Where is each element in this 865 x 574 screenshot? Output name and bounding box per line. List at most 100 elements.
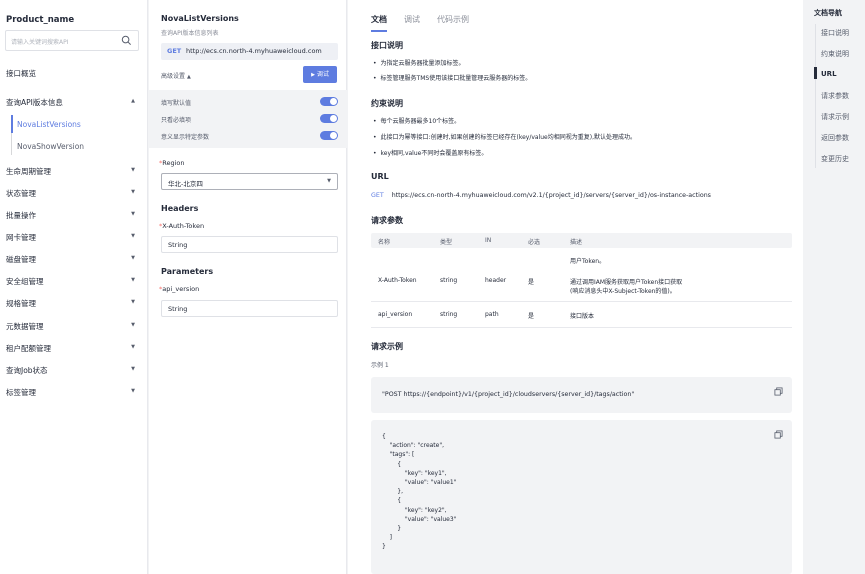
- chevron-down-icon[interactable]: ▼: [131, 322, 135, 328]
- advanced-settings-toggle[interactable]: 高级设置 ▲: [161, 71, 191, 80]
- chevron-up-icon: ▲: [186, 74, 191, 80]
- chevron-down-icon[interactable]: ▼: [131, 277, 135, 283]
- table-header: 名称 类型 IN 必选 描述: [371, 233, 792, 248]
- region-select[interactable]: 华北-北京四 ▼: [161, 173, 338, 190]
- chevron-down-icon[interactable]: ▼: [131, 255, 135, 261]
- copy-icon[interactable]: [774, 387, 783, 396]
- toc-item[interactable]: 约束说明: [821, 49, 849, 59]
- chevron-down-icon[interactable]: ▼: [131, 344, 135, 350]
- copy-icon[interactable]: [774, 430, 783, 439]
- region-value: 华北-北京四: [168, 180, 203, 188]
- nav-item-lifecycle[interactable]: 生命周期管理: [6, 166, 51, 177]
- cell-desc: 用户Token。: [570, 258, 606, 265]
- cell-name: api_version: [378, 311, 413, 318]
- chevron-down-icon[interactable]: ▼: [131, 233, 135, 239]
- nav-item-security-group[interactable]: 安全组管理: [6, 276, 44, 287]
- constraint-bullet: 每个云服务器最多10个标签。: [373, 116, 461, 125]
- toggle-fill-default[interactable]: [320, 97, 338, 106]
- sub-item-novashowversion[interactable]: NovaShowVersion: [17, 142, 84, 151]
- chevron-down-icon[interactable]: ▼: [131, 167, 135, 173]
- toggle-special-params[interactable]: [320, 131, 338, 140]
- tab-debug[interactable]: 调试: [404, 14, 420, 25]
- active-tab-indicator: [371, 30, 387, 32]
- example-label: 示例 1: [371, 362, 389, 369]
- chevron-down-icon[interactable]: ▼: [131, 366, 135, 372]
- chevron-down-icon[interactable]: ▼: [131, 388, 135, 394]
- toc-item[interactable]: 请求参数: [821, 91, 849, 101]
- api-version-value: String: [168, 305, 188, 313]
- col-name: 名称: [378, 239, 391, 246]
- request-url-box: GET http://ecs.cn.north-4.myhuaweicloud.…: [161, 43, 338, 60]
- nav-item-disk[interactable]: 磁盘管理: [6, 254, 36, 265]
- tree-line: [11, 133, 12, 155]
- search-input[interactable]: 请输入关键词搜索API: [5, 30, 139, 51]
- cell-name: X-Auth-Token: [378, 277, 417, 284]
- cell-in: path: [485, 311, 499, 318]
- advanced-settings-label: 高级设置: [161, 73, 186, 80]
- url-title: URL: [371, 172, 389, 181]
- row-divider: [371, 301, 792, 302]
- nav-item-tags[interactable]: 标签管理: [6, 387, 36, 398]
- http-method: GET: [167, 47, 182, 55]
- nav-item-nic[interactable]: 网卡管理: [6, 232, 36, 243]
- headers-title: Headers: [161, 204, 199, 213]
- api-version-input[interactable]: String: [161, 300, 338, 317]
- nav-item-quota[interactable]: 租户配额管理: [6, 343, 51, 354]
- cell-required: 是: [528, 279, 535, 286]
- nav-item-batch[interactable]: 批量操作: [6, 210, 36, 221]
- params-title: 请求参数: [371, 216, 403, 225]
- toc-item[interactable]: 变更历史: [821, 154, 849, 164]
- sub-item-novalistversions[interactable]: NovaListVersions: [17, 120, 81, 129]
- advanced-options: 填写默认值 只看必填项 意义显示特定参数: [149, 90, 347, 148]
- toc-item[interactable]: 返回参数: [821, 133, 849, 143]
- col-in: IN: [485, 237, 492, 244]
- toggle-required-only[interactable]: [320, 114, 338, 123]
- search-placeholder: 请输入关键词搜索API: [11, 39, 69, 46]
- toc-item[interactable]: 请求示例: [821, 112, 849, 122]
- cell-desc: 接口版本: [570, 313, 595, 320]
- nav-item-version-info[interactable]: 查询API版本信息: [6, 97, 63, 108]
- url-value: https://ecs.cn-north-4.myhuaweicloud.com…: [391, 192, 711, 199]
- cell-desc: (响应消息头中X-Subject-Token的值)。: [570, 288, 676, 295]
- example-body: { "action": "create", "tags": [ { "key":…: [382, 433, 457, 551]
- cell-desc: 通过调用IAM服务获取用户Token接口获取: [570, 279, 683, 286]
- x-auth-token-input[interactable]: String: [161, 236, 338, 253]
- constraint-bullet: 此接口为幂等接口:创建时,如果创建的标签已经存在(key/value均相同视为重…: [373, 132, 636, 141]
- cell-required: 是: [528, 313, 535, 320]
- col-desc: 描述: [570, 239, 583, 246]
- nav-item-status[interactable]: 状态管理: [6, 188, 36, 199]
- interface-bullet: 标签管理服务TMS使用该接口批量管理云服务器的标签。: [373, 73, 532, 82]
- x-auth-token-label: *X-Auth-Token: [159, 222, 205, 230]
- nav-item-overview[interactable]: 接口概览: [6, 68, 36, 79]
- row-divider: [371, 327, 792, 328]
- chevron-down-icon[interactable]: ▼: [131, 189, 135, 195]
- example-title: 请求示例: [371, 342, 403, 351]
- tab-docs[interactable]: 文档: [371, 14, 387, 25]
- tab-code-examples[interactable]: 代码示例: [437, 14, 469, 25]
- search-icon[interactable]: [121, 35, 132, 46]
- region-label: *Region: [159, 159, 185, 167]
- chevron-up-icon[interactable]: ▲: [131, 98, 135, 104]
- chevron-down-icon[interactable]: ▼: [131, 299, 135, 305]
- nav-item-flavor[interactable]: 规格管理: [6, 298, 36, 309]
- url-method: GET: [371, 192, 384, 199]
- url-line: GET https://ecs.cn-north-4.myhuaweicloud.…: [371, 192, 711, 199]
- nav-item-job-status[interactable]: 查询Job状态: [6, 365, 48, 376]
- doc-navigation: 文档导航 接口说明 约束说明 URL 请求参数 请求示例 返回参数 变更历史: [804, 0, 865, 574]
- toggle-label-required-only: 只看必填项: [161, 117, 192, 124]
- toggle-label-fill-default: 填写默认值: [161, 100, 192, 107]
- chevron-down-icon: ▼: [327, 178, 331, 184]
- api-description: 查询API版本信息列表: [161, 30, 219, 37]
- product-title: Product_name: [6, 15, 75, 25]
- toc-item[interactable]: 接口说明: [821, 28, 849, 38]
- nav-item-metadata[interactable]: 元数据管理: [6, 321, 44, 332]
- col-type: 类型: [440, 239, 453, 246]
- interface-bullet: 为指定云服务器批量添加标签。: [373, 58, 465, 67]
- toggle-label-special-params: 意义显示特定参数: [161, 134, 210, 141]
- toc-item[interactable]: URL: [821, 70, 837, 78]
- debug-panel: NovaListVersions 查询API版本信息列表 GET http://…: [149, 0, 347, 574]
- debug-button[interactable]: ▶ 调试: [303, 66, 337, 83]
- example-request: "POST https://{endpoint}/v1/{project_id}…: [382, 391, 635, 398]
- chevron-down-icon[interactable]: ▼: [131, 211, 135, 217]
- api-name: NovaListVersions: [161, 14, 239, 23]
